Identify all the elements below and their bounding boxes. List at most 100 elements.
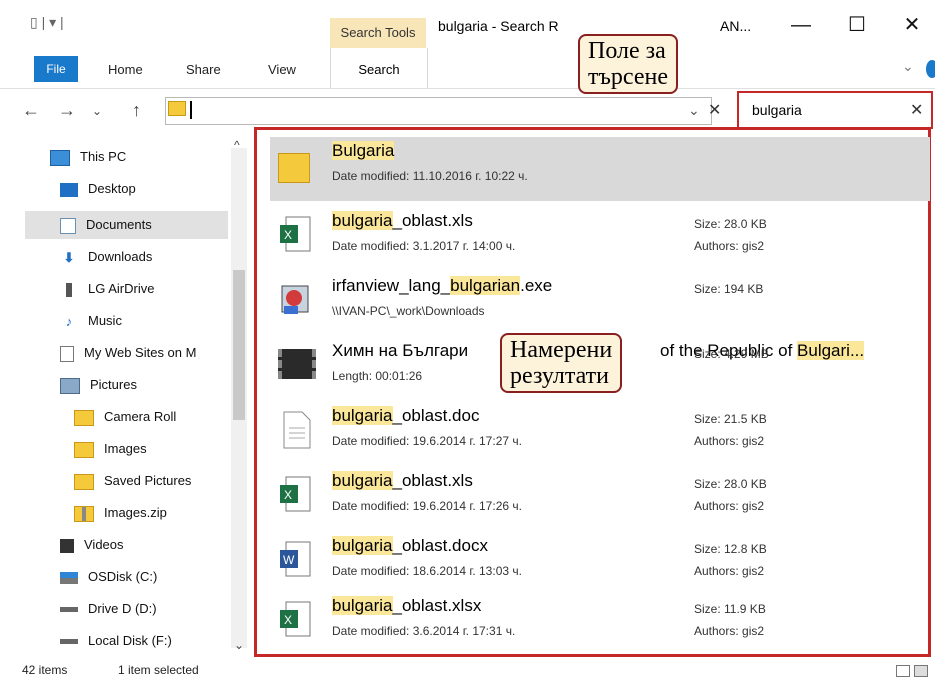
item-name: Bulgaria xyxy=(332,141,395,160)
sidebar-item-label: Local Disk (F:) xyxy=(88,633,172,648)
download-arrow-icon: ⬇ xyxy=(63,249,75,265)
sidebar-item-music[interactable]: ♪ Music xyxy=(60,310,122,332)
tab-share[interactable]: Share xyxy=(186,62,221,77)
forward-button[interactable]: → xyxy=(58,100,76,121)
sidebar-item-images[interactable]: Images xyxy=(74,438,147,460)
ribbon-expand-icon[interactable]: ⌄ xyxy=(902,58,914,75)
item-authors: Authors: gis2 xyxy=(694,499,765,513)
tab-file[interactable]: File xyxy=(34,56,78,82)
recent-locations-button[interactable]: ⌄ xyxy=(92,104,102,118)
folder-icon xyxy=(74,473,94,490)
item-size: Size: 12.8 KB xyxy=(694,542,767,556)
maximize-button[interactable]: ☐ xyxy=(834,8,880,42)
sidebar-item-label: OSDisk (C:) xyxy=(88,569,158,584)
item-name: irfanview_lang_bulgarian.exe xyxy=(332,276,553,295)
sidebar-item-label: Pictures xyxy=(90,377,137,392)
address-dropdown-icon[interactable]: ⌄ xyxy=(688,102,700,119)
search-clear-icon[interactable]: ✕ xyxy=(910,100,923,120)
sidebar-item-my-web-sites[interactable]: My Web Sites on M xyxy=(60,342,196,364)
item-size: Size: 11.9 KB xyxy=(694,602,766,616)
exe-file-icon xyxy=(278,280,314,320)
item-authors: Authors: gis2 xyxy=(694,624,765,638)
help-icon[interactable] xyxy=(926,60,935,78)
monitor-icon xyxy=(50,149,70,166)
sidebar-item-images-zip[interactable]: Images.zip xyxy=(74,502,167,524)
folder-icon xyxy=(278,153,310,183)
scroll-down-icon[interactable]: ⌄ xyxy=(234,638,244,652)
folder-icon xyxy=(74,409,94,426)
tab-view[interactable]: View xyxy=(268,62,296,77)
sidebar-scroll-thumb[interactable] xyxy=(233,270,245,420)
sidebar-item-label: Camera Roll xyxy=(104,409,177,424)
address-input[interactable] xyxy=(190,101,192,119)
item-detail: Date modified: 11.10.2016 г. 10:22 ч. xyxy=(332,169,528,183)
sidebar-item-pictures[interactable]: Pictures xyxy=(60,374,137,396)
svg-text:X: X xyxy=(284,613,292,627)
list-item[interactable]: bulgaria_oblast.doc Date modified: 19.6.… xyxy=(270,402,930,466)
list-item[interactable]: W bulgaria_oblast.docx Date modified: 18… xyxy=(270,532,930,596)
item-detail: Date modified: 3.6.2014 г. 17:31 ч. xyxy=(332,624,516,638)
status-item-count: 42 items xyxy=(22,663,68,677)
sidebar-item-label: Drive D (D:) xyxy=(88,601,157,616)
folder-icon xyxy=(74,441,94,458)
disk-icon xyxy=(60,639,78,645)
search-input[interactable]: bulgaria xyxy=(752,102,802,118)
list-item[interactable]: X bulgaria_oblast.xlsx Date modified: 3.… xyxy=(270,592,930,656)
details-view-icon[interactable] xyxy=(896,665,910,677)
sidebar-item-lg-airdrive[interactable]: LG AirDrive xyxy=(60,278,154,300)
sidebar-item-label: Downloads xyxy=(88,249,153,264)
tab-search-label: Search xyxy=(358,62,400,77)
tab-search[interactable]: Search xyxy=(330,48,428,88)
svg-text:X: X xyxy=(284,228,292,242)
sidebar-item-label: My Web Sites on M xyxy=(84,345,197,360)
word-file-icon: W xyxy=(278,540,314,580)
item-authors: Authors: gis2 xyxy=(694,239,765,253)
sidebar-item-label: Images xyxy=(104,441,147,456)
sidebar-item-saved-pictures[interactable]: Saved Pictures xyxy=(74,470,191,492)
video-file-icon xyxy=(278,349,316,379)
music-note-icon: ♪ xyxy=(65,313,73,329)
excel-file-icon: X xyxy=(278,475,314,515)
search-field-callout: Поле за търсене xyxy=(578,34,678,94)
list-item[interactable]: X bulgaria_oblast.xls Date modified: 19.… xyxy=(270,467,930,531)
sidebar-item-desktop[interactable]: Desktop xyxy=(60,178,136,200)
list-item[interactable]: Bulgaria Date modified: 11.10.2016 г. 10… xyxy=(270,137,930,201)
close-button[interactable]: ✕ xyxy=(889,8,935,42)
svg-text:X: X xyxy=(284,488,292,502)
navigation-pane: This PC Desktop Documents ⬇ Downloads LG … xyxy=(0,135,250,655)
window-title: bulgaria - Search R xyxy=(438,18,559,34)
item-authors: Authors: gis2 xyxy=(694,564,765,578)
minimize-button[interactable]: — xyxy=(778,8,824,42)
sidebar-item-videos[interactable]: Videos xyxy=(60,534,124,556)
sidebar-item-osdisk[interactable]: OSDisk (C:) xyxy=(60,566,157,588)
item-name: bulgaria_oblast.xls xyxy=(332,471,473,490)
item-detail: Date modified: 18.6.2014 г. 13:03 ч. xyxy=(332,564,522,578)
scroll-up-icon[interactable]: ^ xyxy=(234,138,240,152)
large-icons-view-icon[interactable] xyxy=(914,665,928,677)
search-tools-label: Search Tools xyxy=(330,18,426,48)
quick-access-toolbar[interactable]: ▯ | ▾ | xyxy=(30,14,64,31)
address-folder-icon xyxy=(168,101,186,116)
list-item[interactable]: X bulgaria_oblast.xls Date modified: 3.1… xyxy=(270,207,930,271)
address-bar[interactable] xyxy=(165,97,712,125)
tab-home[interactable]: Home xyxy=(108,62,143,77)
sidebar-item-documents[interactable]: Documents xyxy=(60,214,152,236)
item-detail: \\IVAN-PC\_work\Downloads xyxy=(332,304,485,318)
sidebar-item-drive-d[interactable]: Drive D (D:) xyxy=(60,598,157,620)
sidebar-item-label: Documents xyxy=(86,217,152,232)
sidebar-item-this-pc[interactable]: This PC xyxy=(50,146,126,168)
sidebar-item-downloads[interactable]: ⬇ Downloads xyxy=(60,246,153,268)
sidebar-item-camera-roll[interactable]: Camera Roll xyxy=(74,406,176,428)
desktop-icon xyxy=(60,182,78,197)
list-item[interactable]: irfanview_lang_bulgarian.exe \\IVAN-PC\_… xyxy=(270,272,930,336)
callout-line: търсене xyxy=(588,64,668,90)
up-button[interactable]: ↑ xyxy=(132,100,141,121)
excel-file-icon: X xyxy=(278,600,314,640)
video-icon xyxy=(60,538,74,553)
back-button[interactable]: ← xyxy=(22,100,40,121)
sidebar-item-local-disk-f[interactable]: Local Disk (F:) xyxy=(60,630,172,652)
drive-icon xyxy=(66,282,72,297)
address-clear-icon[interactable]: ✕ xyxy=(708,100,721,120)
os-disk-icon xyxy=(60,571,78,584)
item-name: bulgaria_oblast.docx xyxy=(332,536,488,555)
